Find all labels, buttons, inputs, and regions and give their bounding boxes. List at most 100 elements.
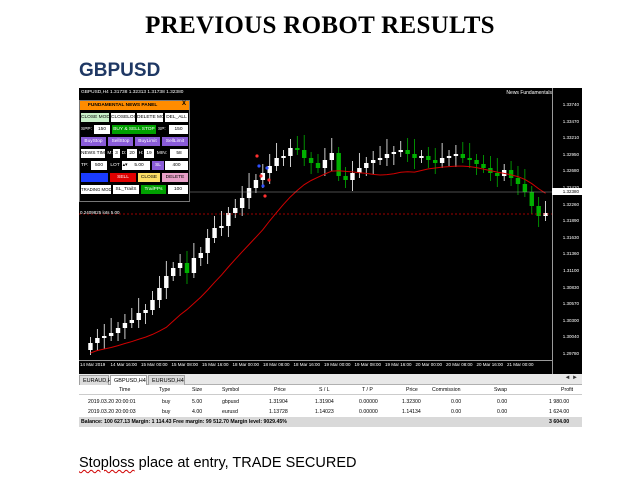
trade-marker [259, 174, 263, 178]
price-tick-label: 1.30570 [562, 301, 579, 307]
candle-body [129, 320, 135, 323]
candle-body [157, 288, 162, 300]
sell-button[interactable]: SELL [110, 173, 136, 182]
candle-body [164, 276, 169, 288]
tab-euraud[interactable]: EURAUD,H4 [79, 375, 115, 385]
col-profit[interactable]: Profit [561, 385, 573, 395]
delete-button[interactable]: DELETE [162, 173, 188, 182]
current-price-label: 1.32380 [552, 188, 582, 195]
time-tick-label: 20 Mar 16:00 [476, 362, 504, 367]
tp-input[interactable]: 500 [91, 161, 107, 170]
price-chart[interactable]: GBPUSD,H4 1.31738 1.32313 1.31738 1.3238… [79, 88, 582, 374]
col-size[interactable]: Size [192, 385, 202, 395]
time-tick-label: 15 Mar 16:00 [202, 362, 229, 367]
sl-input[interactable]: 400 [165, 161, 188, 170]
candle-body [481, 164, 486, 168]
tab-gbpusd[interactable]: GBPUSD,H4 [110, 375, 147, 385]
col-symbol[interactable]: Symbol [222, 385, 239, 395]
total-profit: 3 604.00 [549, 419, 570, 425]
price-tick-label: 1.33470 [562, 118, 579, 124]
page-heading: PREVIOUS ROBOT RESULTS [145, 12, 495, 39]
minute-input[interactable]: 58 [170, 149, 188, 158]
sellstop-button[interactable]: SellStop [108, 137, 133, 146]
time-tick-label: 19 Mar 08:00 [354, 362, 382, 367]
candle-body [184, 263, 190, 273]
cell-close-price: 1.14134 [402, 409, 421, 415]
caption-text: place at entry, TRADE SECURED [134, 455, 357, 471]
candle-body [136, 313, 141, 320]
time-tick-label: 15 Mar 00:00 [141, 362, 168, 367]
trail-input[interactable]: 100 [168, 185, 188, 194]
month-input[interactable]: 3 [113, 149, 120, 158]
panel-close-icon[interactable]: X [182, 101, 186, 107]
trade-marker [261, 184, 265, 188]
time-tick-label: 19 Mar 16:00 [385, 362, 412, 367]
col-swap[interactable]: Swap [494, 385, 507, 395]
cell-profit: 1 980.00 [549, 399, 570, 405]
trailpips-button[interactable]: TrailPPs [141, 185, 166, 194]
table-row[interactable]: 2019.03.20 20:00:03 buy 4.00 eurusd 1.13… [79, 407, 582, 417]
close-button[interactable]: CLOSE [138, 173, 160, 182]
col-sl[interactable]: S / L [319, 385, 330, 395]
delete-mode-button[interactable]: DELETE MODE [137, 113, 163, 122]
cell-tp: 0.00000 [359, 409, 378, 415]
account-summary-row: Balance: 100 627.13 Margin: 1 114.43 Fre… [79, 417, 582, 427]
candle-body [384, 154, 390, 158]
col-commission[interactable]: Commission [432, 385, 461, 395]
tab-scroll-arrows-icon[interactable]: ◄ ► [564, 375, 578, 381]
candle-body [143, 310, 148, 313]
candle-body [198, 253, 203, 258]
candle-body [108, 333, 114, 336]
time-tick-label: 18 Mar 16:00 [293, 362, 321, 367]
candle-body [177, 263, 183, 268]
hour-input[interactable]: 19 [144, 149, 154, 158]
time-tick-label: 20 Mar 00:00 [415, 362, 443, 367]
candle-body [322, 160, 328, 168]
delete-all-button[interactable]: DEL_ALL [165, 113, 188, 122]
spp-input[interactable]: 150 [94, 125, 110, 134]
col-tp[interactable]: T / P [362, 385, 373, 395]
buystop-button[interactable]: BuyStop [81, 137, 106, 146]
sp-input[interactable]: 150 [169, 125, 188, 134]
time-axis: 14 Mar 2019 14 Mar 16:00 15 Mar 00:00 15 Ma… [79, 360, 552, 374]
lot-input[interactable]: 5.00 [128, 161, 150, 170]
tab-eurusd[interactable]: EURUSD,H4 [148, 375, 185, 385]
candle-body [253, 180, 259, 188]
time-tick-label: 15 Mar 08:00 [171, 362, 199, 367]
table-row[interactable]: 2019.03.20 20:00:01 buy 5.00 gbpusd 1.31… [79, 397, 582, 407]
selllimit-button[interactable]: SellLimit [162, 137, 188, 146]
col-close-price[interactable]: Price [406, 385, 418, 395]
sl-trails-toggle[interactable]: SL_TrailS [113, 185, 139, 194]
chart-tabs: EURAUD,H4 GBPUSD,H4 EURUSD,H4 ◄ ► [79, 374, 582, 385]
buy-button[interactable]: BUY [81, 173, 108, 182]
col-price[interactable]: Price [274, 385, 286, 395]
candle-body [515, 178, 521, 184]
candle-body [115, 328, 121, 333]
trading-mode-label: TRADING MODE [81, 185, 111, 194]
buylimit-button[interactable]: BuyLimit [135, 137, 160, 146]
price-tick-label: 1.32950 [562, 151, 579, 157]
candle-body [467, 158, 472, 160]
candle-body [370, 160, 376, 163]
col-time[interactable]: Time [119, 385, 130, 395]
chart-header-text: GBPUSD,H4 1.31738 1.32313 1.31738 1.3238… [81, 90, 184, 95]
candle-body [426, 156, 431, 160]
candle-body [433, 160, 438, 163]
candle-body [453, 154, 459, 156]
candle-body [446, 156, 452, 158]
col-type[interactable]: Type [159, 385, 170, 395]
candle-body [336, 153, 341, 176]
price-tick-label: 1.30040 [562, 334, 579, 340]
time-tick-label: 18 Mar 00:00 [232, 362, 260, 367]
candle-body [246, 188, 252, 198]
close-mode-button[interactable]: CLOSE MODE [81, 113, 109, 122]
candle-body [522, 184, 528, 192]
candle-body [474, 160, 479, 164]
cell-commission: 0.00 [451, 409, 462, 415]
time-tick-label: 18 Mar 08:00 [263, 362, 290, 367]
fundamental-news-panel: FUNDAMENTAL NEWS PANEL X CLOSE MODE CLOS… [79, 100, 190, 202]
day-input[interactable]: 20 [127, 149, 137, 158]
price-tick-label: 1.30300 [562, 317, 579, 323]
buy-sell-stop-button[interactable]: BUY & SELL STOP [112, 125, 156, 134]
closeloss-button[interactable]: CLOSELOSS [111, 113, 135, 122]
